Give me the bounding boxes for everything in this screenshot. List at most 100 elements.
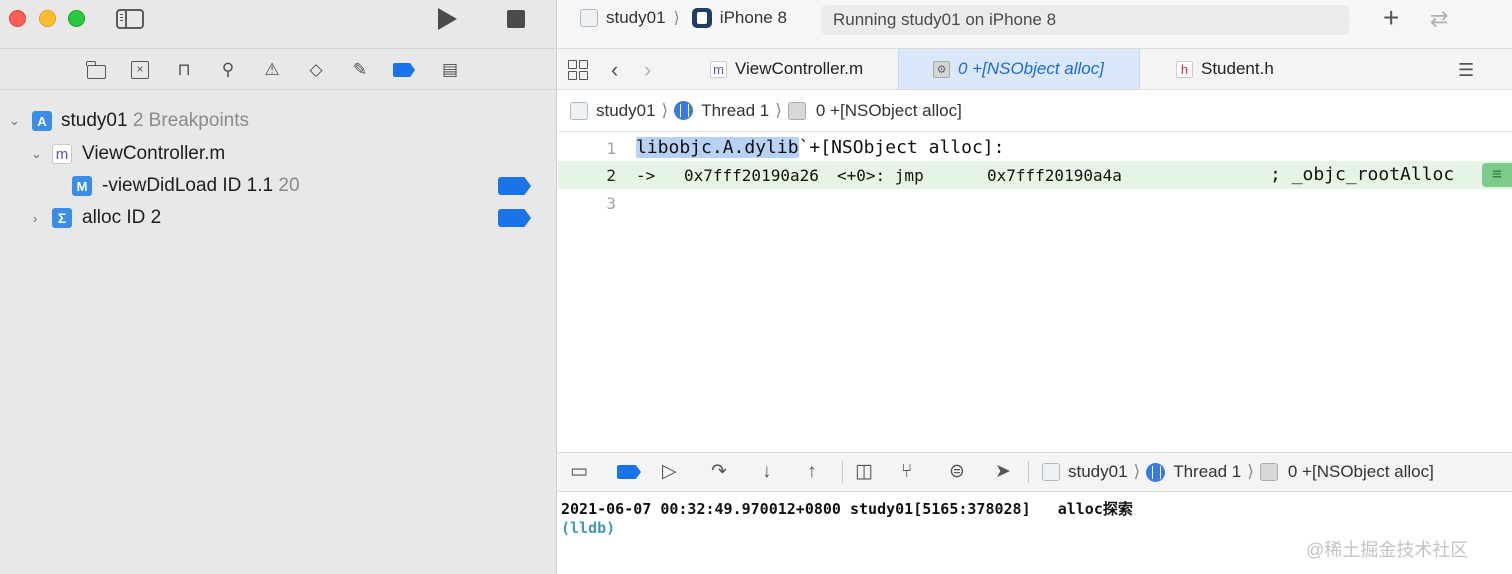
scheme-selector[interactable]: study01 ⟩ iPhone 8 <box>580 8 787 28</box>
project-icon: A <box>32 111 52 131</box>
selected-text: libobjc.A.dylib <box>636 137 799 158</box>
file-name: ViewController.m <box>82 143 226 164</box>
iphone-icon <box>691 8 712 28</box>
debug-bar-project[interactable]: study01 <box>1068 462 1128 482</box>
watermark: @稀土掘金技术社区 <box>1306 540 1469 560</box>
chevron-right-icon: ⟩ <box>1133 462 1141 481</box>
gear-icon <box>787 101 806 120</box>
debug-bar: ▭ ▷ ↷ ↓ ↑ ◫ ⑂ ⊜ ➤ study01 ⟩ Thread 1 ⟩ 0… <box>558 452 1512 492</box>
device-name: iPhone 8 <box>719 8 787 27</box>
m-file-icon: m <box>52 144 72 164</box>
forward-arrow-icon[interactable]: › <box>644 57 651 83</box>
instruction-address: 0x7fff20190a26 <box>684 166 819 185</box>
h-file-icon: h <box>1176 60 1193 78</box>
hide-debug-area-icon[interactable]: ▭ <box>570 462 588 482</box>
code-line: 1 libobjc.A.dylib`+[NSObject alloc]: <box>558 134 1512 162</box>
zoom-window-button[interactable] <box>68 10 85 27</box>
breakpoint-marker[interactable] <box>498 209 531 227</box>
debug-breadcrumb: study01 ⟩ Thread 1 ⟩ 0 +[NSObject alloc] <box>1042 453 1434 491</box>
debug-navigator-tab[interactable]: ✎ <box>349 59 371 81</box>
continue-icon[interactable]: ▷ <box>662 462 677 482</box>
grid-icon[interactable] <box>568 60 588 80</box>
symbol-header: `+[NSObject alloc]: <box>798 137 1005 158</box>
step-into-icon[interactable]: ↓ <box>762 462 772 482</box>
chevron-down-icon[interactable]: ⌄ <box>9 113 20 129</box>
tree-row-project[interactable]: ⌄ A study01 2 Breakpoints <box>0 106 557 136</box>
jump-bar-frame[interactable]: 0 +[NSObject alloc] <box>816 101 962 121</box>
current-instruction-line: 2 -> 0x7fff20190a26 <+0>: jmp 0x7fff2019… <box>558 161 1512 189</box>
program-counter-badge[interactable]: ≡ <box>1482 163 1512 187</box>
report-navigator-tab[interactable]: ▤ <box>439 59 461 81</box>
method-icon: M <box>72 176 92 196</box>
tree-row-file[interactable]: ⌄ m ViewController.m <box>0 139 557 169</box>
source-control-navigator-tab[interactable]: × <box>129 59 151 81</box>
symbol-navigator-tab[interactable]: ⊓ <box>173 59 195 81</box>
chevron-right-icon: ⟩ <box>1247 462 1254 481</box>
swap-icon[interactable]: ⇄ <box>1430 6 1448 32</box>
project-navigator-tab[interactable] <box>85 59 107 81</box>
step-out-icon[interactable]: ↑ <box>807 462 817 482</box>
jump-target: 0x7fff20190a4a <box>987 166 1122 185</box>
tab-label: ViewController.m <box>735 59 864 78</box>
add-library-button[interactable]: + <box>1383 4 1399 32</box>
chevron-down-icon[interactable]: ⌄ <box>31 146 42 162</box>
tab-nsobject-alloc[interactable]: ⚙ 0 +[NSObject alloc] <box>898 49 1140 89</box>
pc-arrow: -> <box>636 166 656 185</box>
navigator-tabs: × ⊓ ⚲ ⚠ ◇ ✎ ▤ <box>0 48 557 90</box>
minimize-window-button[interactable] <box>39 10 56 27</box>
memory-graph-icon[interactable]: ⑂ <box>901 462 912 482</box>
tree-row-symbol-breakpoint[interactable]: › Σ alloc ID 2 <box>0 203 557 233</box>
tree-row-method-breakpoint[interactable]: M -viewDidLoad ID 1.1 20 <box>0 171 557 201</box>
test-navigator-tab[interactable]: ◇ <box>305 59 327 81</box>
line-number: 1 <box>606 139 616 158</box>
jump-bar-project[interactable]: study01 <box>596 101 656 121</box>
project-icon <box>580 9 598 27</box>
view-hierarchy-icon[interactable]: ◫ <box>855 462 873 482</box>
run-button[interactable] <box>438 8 457 30</box>
tab-viewcontroller[interactable]: m ViewController.m <box>710 49 863 89</box>
diamond-icon: ◇ <box>309 60 323 79</box>
disassembly-view[interactable]: 1 libobjc.A.dylib`+[NSObject alloc]: 2 -… <box>558 132 1512 452</box>
editor-options-icon[interactable]: ☰ <box>1458 60 1474 81</box>
breakpoint-icon <box>393 63 415 77</box>
gear-icon: ⚙ <box>933 60 950 78</box>
source-control-icon: × <box>131 61 149 79</box>
chevron-right-icon: ⟩ <box>775 100 782 120</box>
environment-overrides-icon[interactable]: ⊜ <box>949 462 965 482</box>
sidebar-toggle-icon[interactable] <box>116 9 144 29</box>
tab-label: Student.h <box>1201 59 1274 78</box>
chevron-right-icon: ⟩ <box>673 10 680 27</box>
instruction-comment: ; _objc_rootAlloc <box>1270 164 1455 185</box>
debug-bar-thread[interactable]: Thread 1 <box>1173 462 1241 482</box>
line-number: 3 <box>606 194 616 213</box>
activity-status: Running study01 on iPhone 8 <box>821 5 1349 35</box>
issue-navigator-tab[interactable]: ⚠ <box>261 59 283 81</box>
close-window-button[interactable] <box>9 10 26 27</box>
thread-icon <box>674 101 694 120</box>
simulate-location-icon[interactable]: ➤ <box>995 462 1011 482</box>
tab-student-h[interactable]: h Student.h <box>1176 49 1274 89</box>
thread-icon <box>1146 462 1166 482</box>
breakpoint-id: ID 1.1 <box>222 175 274 196</box>
gear-icon <box>1259 463 1278 481</box>
breakpoint-navigator-tab[interactable] <box>393 59 415 81</box>
back-arrow-icon[interactable]: ‹ <box>611 57 618 83</box>
stop-button[interactable] <box>507 10 525 28</box>
find-navigator-tab[interactable]: ⚲ <box>217 59 239 81</box>
project-icon <box>570 101 588 120</box>
chevron-right-icon[interactable]: › <box>33 211 37 226</box>
spray-icon: ✎ <box>352 60 368 79</box>
search-icon: ⚲ <box>221 60 235 79</box>
editor-area: study01 ⟩ iPhone 8 Running study01 on iP… <box>558 0 1512 574</box>
m-file-icon: m <box>710 60 727 78</box>
project-name: study01 <box>61 110 128 131</box>
breakpoint-marker[interactable] <box>498 177 531 195</box>
project-icon <box>1042 463 1060 481</box>
warning-icon: ⚠ <box>264 60 280 79</box>
tab-label: 0 +[NSObject alloc] <box>958 59 1104 78</box>
step-over-icon[interactable]: ↷ <box>711 462 727 482</box>
debug-bar-frame[interactable]: 0 +[NSObject alloc] <box>1288 462 1434 482</box>
jump-bar-thread[interactable]: Thread 1 <box>701 101 769 121</box>
method-label: -viewDidLoad <box>102 175 218 196</box>
breakpoints-toggle-icon[interactable] <box>617 465 641 479</box>
